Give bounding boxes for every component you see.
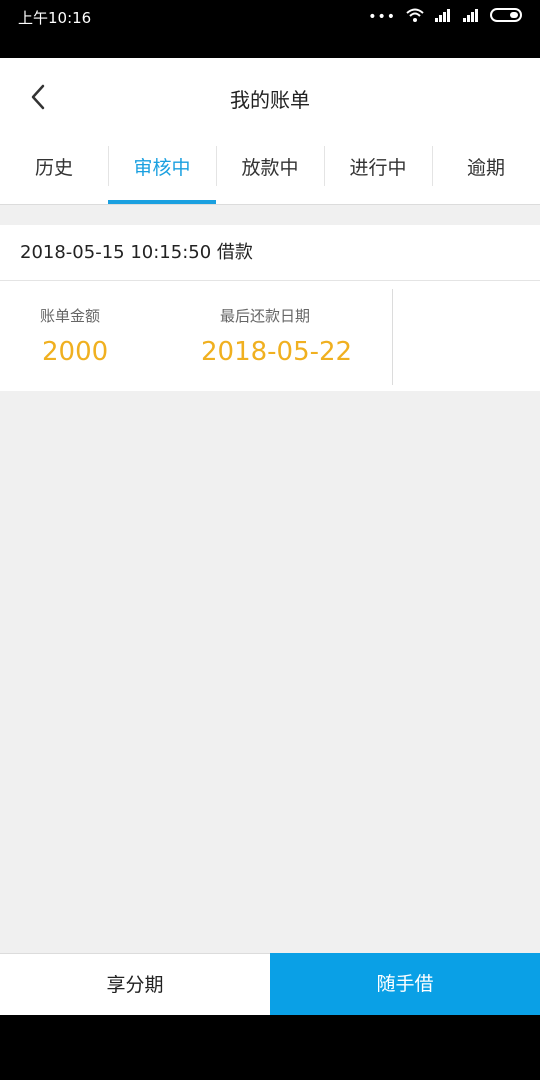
bill-amount-value: 2000 [42,337,109,367]
tab-disbursing[interactable]: 放款中 [216,136,324,204]
system-nav-bar [0,1015,540,1080]
bill-amount-label: 账单金额 [40,307,101,325]
more-dots-icon: ••• [368,9,396,25]
tab-overdue[interactable]: 逾期 [432,136,540,204]
battery-icon [490,8,522,22]
bill-card[interactable]: 2018-05-15 10:15:50 借款 账单金额 2000 最后还款日期 … [0,225,540,391]
status-time: 上午10:16 [18,9,92,27]
due-date-label: 最后还款日期 [220,307,311,325]
bill-list: 2018-05-15 10:15:50 借款 账单金额 2000 最后还款日期 … [0,205,540,953]
tab-bar: 历史 审核中 放款中 进行中 逾期 [0,136,540,205]
status-bar: 上午10:16 ••• [0,0,540,58]
bottom-action-bar: 享分期 随手借 [0,953,540,1015]
bill-details: 账单金额 2000 最后还款日期 2018-05-22 [0,281,540,391]
signal-icon [435,9,450,22]
status-icons: ••• [368,8,522,25]
due-date-value: 2018-05-22 [201,337,353,367]
bill-date-title: 2018-05-15 10:15:50 借款 [0,225,540,281]
installment-button[interactable]: 享分期 [0,953,270,1015]
page-title: 我的账单 [230,88,310,112]
quick-loan-button[interactable]: 随手借 [270,953,540,1015]
tab-in-progress[interactable]: 进行中 [324,136,432,204]
tab-history[interactable]: 历史 [0,136,108,204]
wifi-icon [406,8,424,22]
tab-reviewing[interactable]: 审核中 [108,136,216,204]
signal-icon [463,9,478,22]
divider [392,289,393,385]
app-header: 我的账单 [0,58,540,136]
